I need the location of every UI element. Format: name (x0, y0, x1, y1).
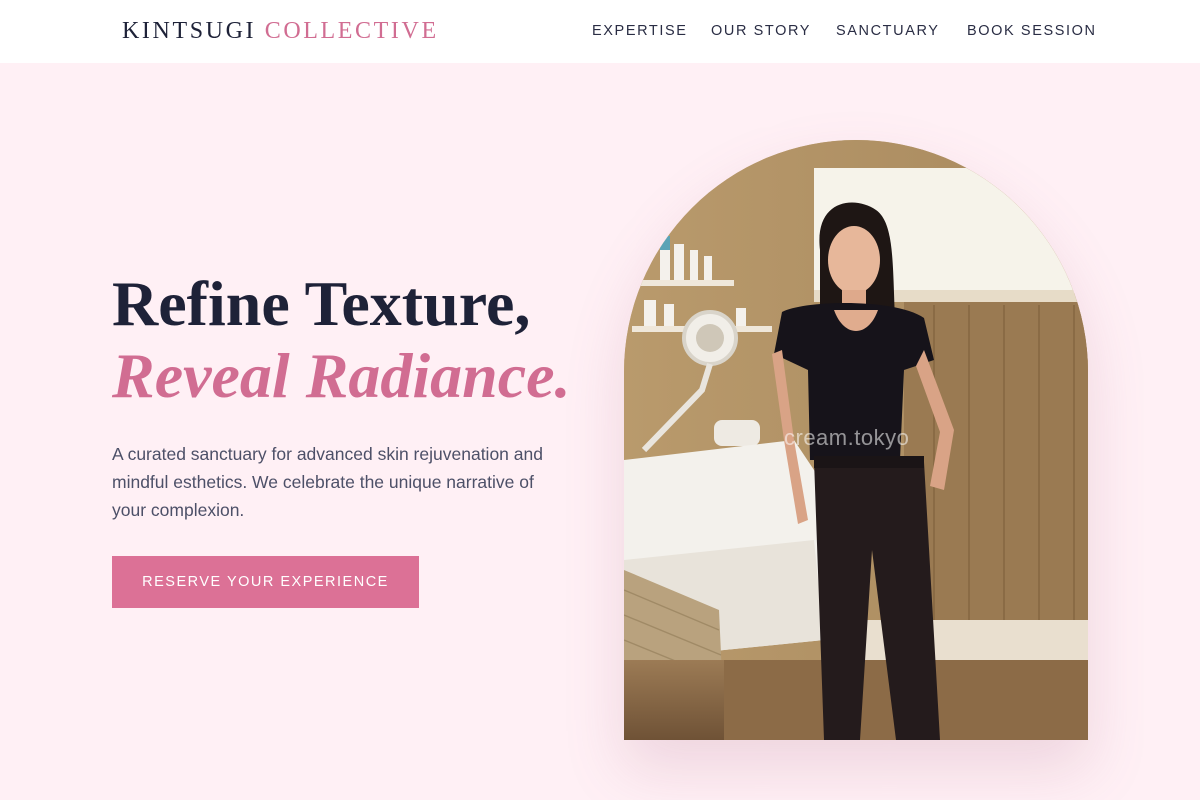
site-header: KINTSUGI COLLECTIVE EXPERTISE OUR STORY … (0, 0, 1200, 63)
hero-description: A curated sanctuary for advanced skin re… (112, 444, 543, 520)
nav-link-book-session[interactable]: BOOK SESSION (967, 22, 1097, 40)
brand-logo[interactable]: KINTSUGI COLLECTIVE (122, 16, 439, 46)
hero-title-line-1: Refine Texture, (112, 268, 531, 339)
nav-link-our-story[interactable]: OUR STORY (711, 22, 811, 40)
hero-headline: Refine Texture, Reveal Radiance. (112, 268, 571, 412)
image-watermark: cream.tokyo (784, 425, 910, 450)
hero-photo: cream.tokyo (624, 140, 1088, 740)
brand-name: KINTSUGI (122, 18, 257, 44)
nav-link-expertise[interactable]: EXPERTISE (592, 22, 688, 40)
reserve-experience-button[interactable]: RESERVE YOUR EXPERIENCE (112, 556, 419, 608)
nav-link-sanctuary[interactable]: SANCTUARY (836, 22, 940, 40)
hero-title-line-2: Reveal Radiance. (112, 340, 571, 411)
brand-accent: COLLECTIVE (264, 18, 439, 44)
